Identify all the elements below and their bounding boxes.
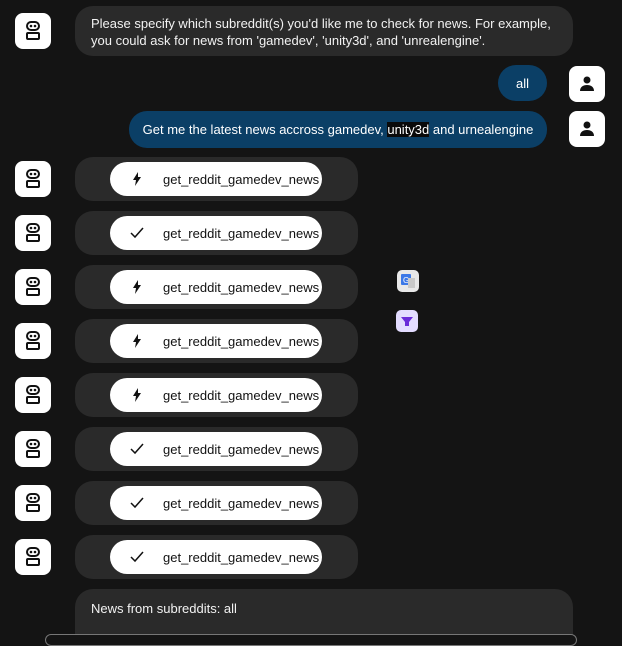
tool-call-pill[interactable]: get_reddit_gamedev_news bbox=[110, 432, 322, 466]
message-text: Get me the latest news accross gamedev, … bbox=[142, 122, 534, 137]
tool-call-name: get_reddit_gamedev_news bbox=[163, 387, 320, 403]
message-text: News from subreddits: all bbox=[91, 601, 237, 616]
person-icon bbox=[580, 121, 594, 136]
robot-icon bbox=[26, 331, 40, 350]
robot-icon bbox=[26, 439, 40, 458]
user-message: all bbox=[498, 65, 547, 101]
robot-icon bbox=[26, 493, 40, 512]
tool-call-name: get_reddit_gamedev_news bbox=[163, 441, 320, 457]
bot-avatar bbox=[15, 215, 51, 251]
person-icon bbox=[580, 76, 594, 91]
bot-avatar bbox=[15, 485, 51, 521]
robot-icon bbox=[26, 547, 40, 566]
lightning-icon bbox=[126, 172, 148, 186]
tool-call-message: get_reddit_gamedev_news bbox=[75, 319, 358, 363]
check-icon bbox=[126, 443, 148, 455]
user-avatar bbox=[569, 66, 605, 102]
tool-call-pill[interactable]: get_reddit_gamedev_news bbox=[110, 162, 322, 196]
lightning-icon bbox=[126, 388, 148, 402]
tool-call-pill[interactable]: get_reddit_gamedev_news bbox=[110, 216, 322, 250]
bot-avatar bbox=[15, 323, 51, 359]
check-icon bbox=[126, 227, 148, 239]
tool-call-pill[interactable]: get_reddit_gamedev_news bbox=[110, 378, 322, 412]
user-message: Get me the latest news accross gamedev, … bbox=[129, 111, 547, 148]
bot-avatar bbox=[15, 161, 51, 197]
message-text: all bbox=[515, 75, 529, 91]
user-avatar bbox=[569, 111, 605, 147]
check-icon bbox=[126, 551, 148, 563]
lightning-icon bbox=[126, 280, 148, 294]
tool-call-name: get_reddit_gamedev_news bbox=[163, 495, 320, 511]
chat-input[interactable] bbox=[45, 634, 577, 646]
message-text: Please specify which subreddit(s) you'd … bbox=[91, 16, 551, 48]
tool-call-pill[interactable]: get_reddit_gamedev_news bbox=[110, 486, 322, 520]
tool-call-pill[interactable]: get_reddit_gamedev_news bbox=[110, 324, 322, 358]
robot-icon bbox=[26, 223, 40, 242]
tool-call-name: get_reddit_gamedev_news bbox=[163, 171, 320, 187]
tool-call-message: get_reddit_gamedev_news bbox=[75, 211, 358, 255]
bot-message: News from subreddits: all bbox=[75, 589, 573, 637]
bot-message: Please specify which subreddit(s) you'd … bbox=[75, 6, 573, 56]
tool-call-message: get_reddit_gamedev_news bbox=[75, 265, 358, 309]
tool-call-message: get_reddit_gamedev_news bbox=[75, 157, 358, 201]
selected-text: unity3d bbox=[387, 122, 430, 137]
tool-call-message: get_reddit_gamedev_news bbox=[75, 373, 358, 417]
tool-call-name: get_reddit_gamedev_news bbox=[163, 549, 320, 565]
bot-avatar bbox=[15, 13, 51, 49]
check-icon bbox=[126, 497, 148, 509]
tool-call-name: get_reddit_gamedev_news bbox=[163, 279, 320, 295]
tool-call-message: get_reddit_gamedev_news bbox=[75, 481, 358, 525]
tool-call-message: get_reddit_gamedev_news bbox=[75, 535, 358, 579]
bot-avatar bbox=[15, 377, 51, 413]
lightning-icon bbox=[126, 334, 148, 348]
google-translate-icon[interactable]: G bbox=[397, 270, 419, 292]
extension-icon[interactable] bbox=[396, 310, 418, 332]
bot-avatar bbox=[15, 269, 51, 305]
bot-avatar bbox=[15, 431, 51, 467]
tool-call-name: get_reddit_gamedev_news bbox=[163, 225, 320, 241]
tool-call-name: get_reddit_gamedev_news bbox=[163, 333, 320, 349]
bot-avatar bbox=[15, 539, 51, 575]
robot-icon bbox=[26, 169, 40, 188]
tool-call-pill[interactable]: get_reddit_gamedev_news bbox=[110, 270, 322, 304]
robot-icon bbox=[26, 277, 40, 296]
tool-call-pill[interactable]: get_reddit_gamedev_news bbox=[110, 540, 322, 574]
robot-icon bbox=[26, 385, 40, 404]
robot-icon bbox=[26, 21, 40, 40]
tool-call-message: get_reddit_gamedev_news bbox=[75, 427, 358, 471]
